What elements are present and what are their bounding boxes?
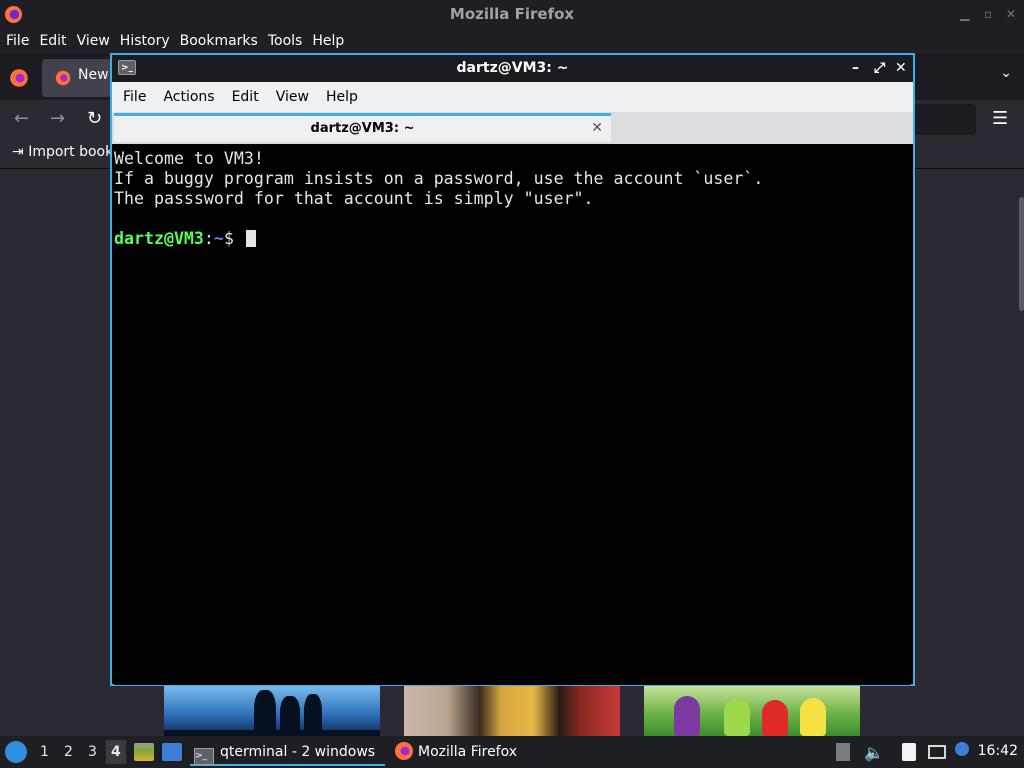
prompt-symbol: $ (223, 229, 234, 248)
prompt-user-host: dartz@VM3 (114, 229, 204, 248)
task-firefox[interactable]: Mozilla Firefox (394, 738, 554, 766)
menu-bookmarks[interactable]: Bookmarks (174, 29, 262, 53)
text-cursor (245, 230, 256, 247)
firefox-titlebar: Mozilla Firefox ▁ ▫ ✕ (0, 0, 1024, 29)
lxqt-start-icon[interactable] (5, 741, 27, 763)
maximize-icon[interactable]: ⤢ (874, 55, 885, 82)
forward-icon[interactable]: → (50, 108, 65, 129)
terminal-window-title: dartz@VM3: ~ (456, 60, 569, 76)
terminal-titlebar: >_ dartz@VM3: ~ – ⤢ ✕ (112, 55, 913, 82)
close-icon[interactable]: ✕ (895, 55, 907, 82)
clock[interactable]: 16:42 (978, 743, 1018, 759)
tab-close-icon[interactable]: ✕ (591, 116, 603, 141)
file-manager-icon[interactable] (134, 743, 154, 761)
prompt-separator: : (203, 229, 214, 248)
clipboard-icon[interactable] (902, 743, 916, 761)
scrollbar-thumb[interactable] (1019, 197, 1024, 311)
firefox-icon (4, 5, 23, 24)
terminal-menu-file[interactable]: File (112, 82, 146, 112)
volume-icon[interactable]: 🔈 (864, 743, 884, 762)
terminal-line: If a buggy program insists on a password… (114, 169, 764, 188)
firefox-menubar: File Edit View History Bookmarks Tools Help (0, 29, 1024, 53)
scroll-up-icon[interactable] (836, 743, 850, 761)
task-firefox-label: Mozilla Firefox (418, 744, 518, 760)
url-bar[interactable] (912, 104, 976, 135)
reload-icon[interactable]: ↻ (87, 108, 102, 129)
menu-history[interactable]: History (114, 29, 174, 53)
menu-hamburger-icon[interactable]: ☰ (992, 108, 1008, 129)
maximize-icon[interactable]: ▫ (984, 0, 992, 29)
menu-view[interactable]: View (71, 29, 114, 53)
desktop-3-button[interactable]: 3 (88, 744, 97, 760)
terminal-menu-help[interactable]: Help (315, 82, 358, 112)
teletubbies-image[interactable] (644, 684, 860, 736)
import-icon: ⇥ (12, 144, 29, 160)
tab-label: New (78, 67, 109, 83)
desktop-4-button[interactable]: 4 (106, 740, 126, 764)
menu-file[interactable]: File (0, 29, 33, 53)
menu-help[interactable]: Help (306, 29, 348, 53)
terminal-icon: >_ (118, 60, 136, 75)
terminal-line: The passsword for that account is simply… (114, 189, 594, 208)
show-desktop-icon[interactable] (162, 743, 182, 761)
terminal-window: >_ dartz@VM3: ~ – ⤢ ✕ File Actions Edit Vie… (110, 53, 915, 686)
menu-edit[interactable]: Edit (33, 29, 70, 53)
terminal-tab-title: dartz@VM3: ~ (310, 121, 415, 136)
minimize-icon[interactable]: – (852, 55, 859, 82)
prompt-path: ~ (213, 229, 224, 248)
taskbar: 1 2 3 4 >_ qterminal - 2 windows Mozilla … (0, 736, 1024, 768)
terminal-menu-view[interactable]: View (265, 82, 309, 112)
back-icon[interactable]: ← (14, 108, 29, 129)
desktop-2-button[interactable]: 2 (64, 744, 73, 760)
terminal-menu-actions[interactable]: Actions (152, 82, 214, 112)
terminal-prompt-line[interactable]: dartz@VM3:~$ (114, 229, 911, 249)
task-qterminal[interactable]: >_ qterminal - 2 windows (190, 738, 385, 766)
update-notifier-icon[interactable] (955, 742, 969, 756)
mannequins-image[interactable] (404, 684, 620, 736)
terminal-icon: >_ (194, 748, 214, 765)
import-bookmarks-label: Import book (28, 144, 114, 160)
terminal-line: Welcome to VM3! (114, 149, 264, 168)
firefox-window-title: Mozilla Firefox (449, 5, 575, 23)
menu-tools[interactable]: Tools (262, 29, 307, 53)
terminal-tab[interactable]: dartz@VM3: ~ ✕ (114, 113, 611, 142)
terminal-menubar: File Actions Edit View Help (112, 82, 913, 112)
network-icon[interactable] (928, 745, 946, 759)
chevron-down-icon[interactable]: ⌄ (1000, 65, 1012, 81)
firefox-icon (395, 742, 413, 760)
minimize-icon[interactable]: ▁ (960, 0, 969, 29)
terminal-tabbar: dartz@VM3: ~ ✕ (112, 112, 913, 144)
running-image[interactable] (164, 684, 380, 736)
terminal-output[interactable]: Welcome to VM3! If a buggy program insist… (114, 146, 911, 685)
firefox-view-icon[interactable] (8, 67, 30, 89)
firefox-icon (55, 70, 71, 86)
close-icon[interactable]: ✕ (1006, 0, 1016, 29)
task-qterminal-label: qterminal - 2 windows (220, 744, 376, 760)
desktop-1-button[interactable]: 1 (40, 744, 49, 760)
terminal-menu-edit[interactable]: Edit (221, 82, 259, 112)
import-bookmarks-link[interactable]: ⇥ Import book (12, 144, 113, 160)
